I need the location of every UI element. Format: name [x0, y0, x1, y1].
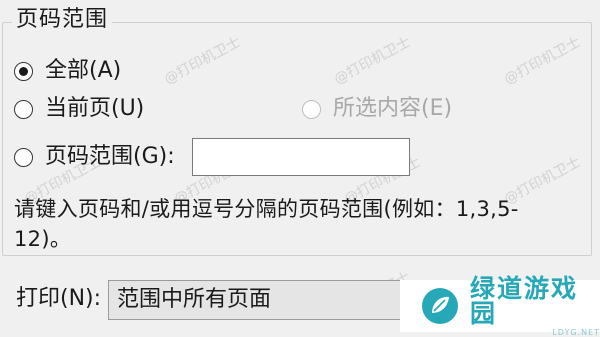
radio-button[interactable] [14, 99, 33, 119]
radio-page-range-label: 页码范围(G): [45, 144, 175, 169]
radio-all[interactable]: 全部(A) [14, 55, 121, 87]
radio-button-selected[interactable] [14, 61, 33, 81]
brand-leaf-icon [422, 288, 458, 324]
radio-button[interactable] [14, 147, 33, 167]
radio-selection-label: 所选内容(E) [333, 96, 453, 121]
brand-logo-area: 绿道游戏园 LDYG.NET [400, 276, 600, 336]
brand-subtitle: LDYG.NET [552, 327, 600, 337]
page-range-input[interactable] [192, 138, 410, 176]
radio-all-label: 全部(A) [45, 58, 122, 83]
radio-current-page[interactable]: 当前页(U) [14, 93, 144, 125]
print-label: 打印(N): [16, 286, 102, 311]
radio-current-page-label: 当前页(U) [45, 96, 145, 121]
page-range-hint: 请键入页码和/或用逗号分隔的页码范围(例如：1,3,5-12)。 [14, 197, 519, 251]
page-range-title: 页码范围 [12, 4, 113, 36]
brand-name: 绿道游戏园 [470, 273, 579, 328]
radio-selection: 所选内容(E) [302, 93, 452, 125]
radio-button-disabled [302, 99, 321, 119]
radio-page-range[interactable]: 页码范围(G): [14, 141, 175, 173]
